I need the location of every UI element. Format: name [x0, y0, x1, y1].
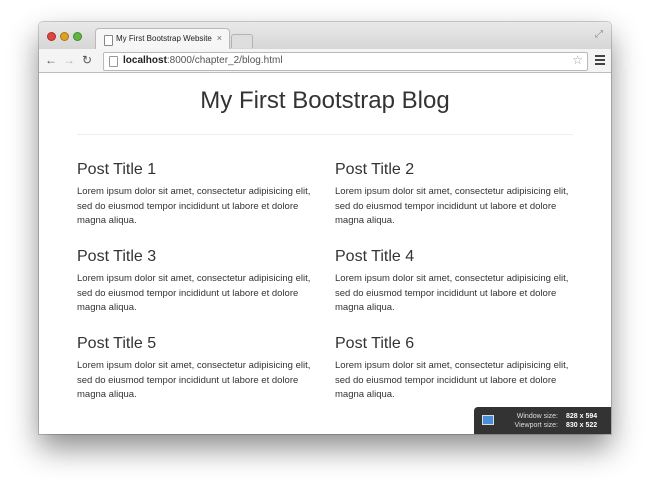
- tab-title: My First Bootstrap Website: [116, 34, 212, 43]
- viewport-size-label: Viewport size:: [514, 422, 558, 429]
- reload-icon[interactable]: ↻: [82, 53, 92, 67]
- post-title: Post Title 1: [77, 161, 157, 178]
- document-icon: [104, 35, 113, 46]
- post-3: Post Title 3 Lorem ipsum dolor sit amet,…: [77, 248, 327, 316]
- post-body: Lorem ipsum dolor sit amet, consectetur …: [335, 360, 569, 400]
- post-body: Lorem ipsum dolor sit amet, consectetur …: [77, 360, 311, 400]
- monitor-icon: [482, 415, 494, 425]
- url-path: :8000/chapter_2/blog.html: [166, 55, 283, 66]
- forward-arrow-icon[interactable]: →: [63, 53, 75, 67]
- star-icon[interactable]: ☆: [572, 53, 583, 67]
- post-title: Post Title 5: [77, 335, 157, 352]
- browser-toolbar: ← → ↻ localhost:8000/chapter_2/blog.html…: [39, 49, 611, 73]
- window-size-label: Window size:: [516, 413, 558, 420]
- traffic-maximize-icon[interactable]: [73, 32, 82, 41]
- post-body: Lorem ipsum dolor sit amet, consectetur …: [335, 273, 569, 313]
- tab-close-icon[interactable]: ×: [217, 33, 222, 43]
- post-body: Lorem ipsum dolor sit amet, consectetur …: [335, 186, 569, 226]
- post-body: Lorem ipsum dolor sit amet, consectetur …: [77, 186, 311, 226]
- post-1: Post Title 1 Lorem ipsum dolor sit amet,…: [77, 161, 327, 229]
- page-title: My First Bootstrap Blog: [200, 87, 450, 114]
- post-title: Post Title 6: [335, 335, 415, 352]
- title-bar: My First Bootstrap Website × ⤢: [39, 22, 611, 50]
- viewport-size-value: 830 x 522: [566, 422, 598, 429]
- post-title: Post Title 2: [335, 161, 415, 178]
- fullscreen-icon[interactable]: ⤢: [595, 29, 603, 40]
- post-2: Post Title 2 Lorem ipsum dolor sit amet,…: [335, 161, 585, 229]
- hamburger-menu-icon[interactable]: [595, 55, 605, 67]
- window-size-value: 828 x 594: [566, 413, 598, 420]
- post-title: Post Title 3: [77, 248, 157, 265]
- browser-window: My First Bootstrap Website × ⤢ ← → ↻ loc…: [39, 22, 611, 434]
- post-body: Lorem ipsum dolor sit amet, consectetur …: [77, 273, 311, 313]
- post-title: Post Title 4: [335, 248, 415, 265]
- divider: [77, 134, 573, 135]
- traffic-minimize-icon[interactable]: [60, 32, 69, 41]
- browser-tab[interactable]: My First Bootstrap Website ×: [95, 28, 230, 50]
- page-icon: [109, 56, 118, 67]
- back-arrow-icon[interactable]: ←: [45, 53, 57, 67]
- new-tab-button[interactable]: [231, 34, 253, 48]
- page-content: My First Bootstrap Blog Post Title 1 Lor…: [39, 73, 611, 434]
- post-6: Post Title 6 Lorem ipsum dolor sit amet,…: [335, 335, 585, 403]
- traffic-close-icon[interactable]: [47, 32, 56, 41]
- address-bar[interactable]: localhost:8000/chapter_2/blog.html ☆: [103, 52, 588, 71]
- url-host: localhost: [123, 55, 167, 66]
- viewport-size-badge: Window size: 828 x 594 Viewport size: 830 …: [474, 407, 611, 434]
- url-text[interactable]: localhost:8000/chapter_2/blog.html: [123, 55, 283, 66]
- post-5: Post Title 5 Lorem ipsum dolor sit amet,…: [77, 335, 327, 403]
- post-4: Post Title 4 Lorem ipsum dolor sit amet,…: [335, 248, 585, 316]
